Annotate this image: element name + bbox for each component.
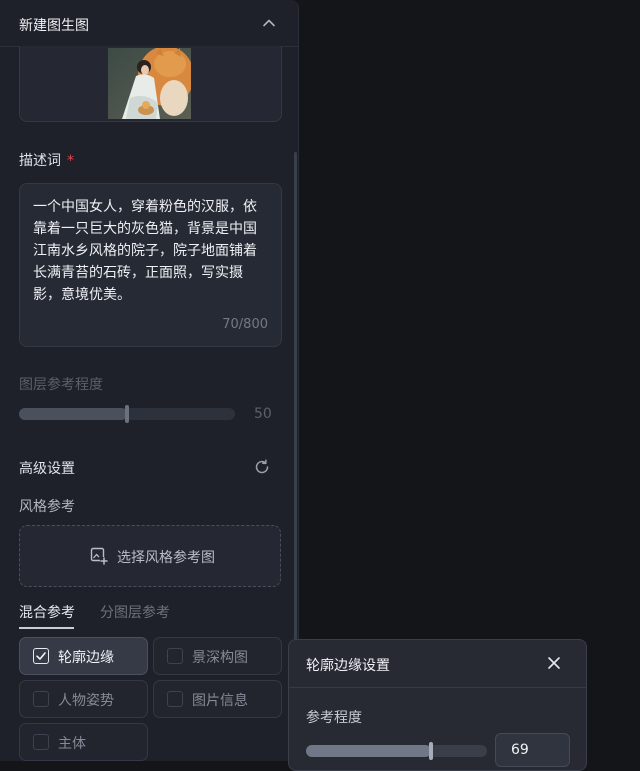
panel-header[interactable]: 新建图生图 (0, 0, 298, 47)
chevron-up-icon[interactable] (262, 16, 276, 30)
image-to-image-panel: 新建图生图 描述词 * 一个中国女人，穿着粉色的汉服，依靠着一只巨大的灰色猫，背… (0, 0, 299, 761)
checkbox[interactable] (167, 648, 183, 664)
reference-strength-slider-fill (306, 745, 431, 757)
layer-reference-slider-fill (19, 408, 127, 420)
option-outline-edge[interactable]: 轮廓边缘 (19, 637, 148, 675)
prompt-text[interactable]: 一个中国女人，穿着粉色的汉服，依靠着一只巨大的灰色猫，背景是中国江南水乡风格的院… (33, 196, 269, 306)
checkbox[interactable] (33, 734, 49, 750)
layer-reference-slider[interactable] (19, 405, 235, 423)
option-label: 人物姿势 (58, 693, 114, 709)
prompt-label-text: 描述词 (19, 153, 61, 169)
option-character-pose[interactable]: 人物姿势 (19, 680, 148, 718)
refresh-icon[interactable] (254, 459, 270, 475)
reference-image-thumbnail (108, 48, 191, 119)
reference-strength-slider-handle[interactable] (429, 742, 433, 760)
image-add-icon (90, 547, 108, 565)
tab-mixed-reference[interactable]: 混合参考 (19, 602, 75, 622)
option-label: 景深构图 (192, 650, 248, 666)
checkbox[interactable] (33, 691, 49, 707)
option-image-info[interactable]: 图片信息 (153, 680, 282, 718)
reference-strength-input[interactable]: 69 (495, 733, 570, 767)
character-counter: 70/800 (222, 317, 268, 332)
popover-header: 轮廓边缘设置 (289, 640, 586, 688)
option-label: 图片信息 (192, 693, 248, 709)
option-subject[interactable]: 主体 (19, 723, 148, 761)
select-style-reference-label: 选择风格参考图 (117, 550, 215, 566)
layer-reference-label: 图层参考程度 (19, 377, 103, 393)
checkbox[interactable] (167, 691, 183, 707)
reference-image-box[interactable] (19, 46, 282, 122)
style-reference-label: 风格参考 (19, 499, 75, 515)
checkmark-icon (36, 652, 46, 660)
outline-edge-settings-popover: 轮廓边缘设置 参考程度 69 (288, 639, 587, 771)
layer-reference-slider-handle[interactable] (125, 405, 129, 423)
active-tab-indicator (19, 627, 74, 629)
panel-title: 新建图生图 (19, 18, 89, 34)
advanced-settings-label: 高级设置 (19, 461, 75, 477)
checkbox[interactable] (33, 648, 49, 664)
close-icon[interactable] (547, 656, 561, 670)
prompt-textarea[interactable]: 一个中国女人，穿着粉色的汉服，依靠着一只巨大的灰色猫，背景是中国江南水乡风格的院… (19, 183, 282, 347)
select-style-reference-button[interactable]: 选择风格参考图 (19, 525, 281, 587)
option-label: 轮廓边缘 (58, 650, 114, 666)
reference-strength-value: 69 (511, 742, 529, 758)
required-mark: * (67, 153, 74, 169)
layer-reference-value: 50 (254, 406, 272, 422)
reference-strength-label: 参考程度 (306, 710, 362, 726)
popover-title: 轮廓边缘设置 (306, 658, 390, 674)
prompt-label: 描述词 * (19, 150, 74, 170)
option-depth-composition[interactable]: 景深构图 (153, 637, 282, 675)
tab-layer-reference[interactable]: 分图层参考 (100, 602, 170, 622)
reference-strength-slider[interactable] (306, 742, 487, 760)
option-label: 主体 (58, 736, 86, 752)
